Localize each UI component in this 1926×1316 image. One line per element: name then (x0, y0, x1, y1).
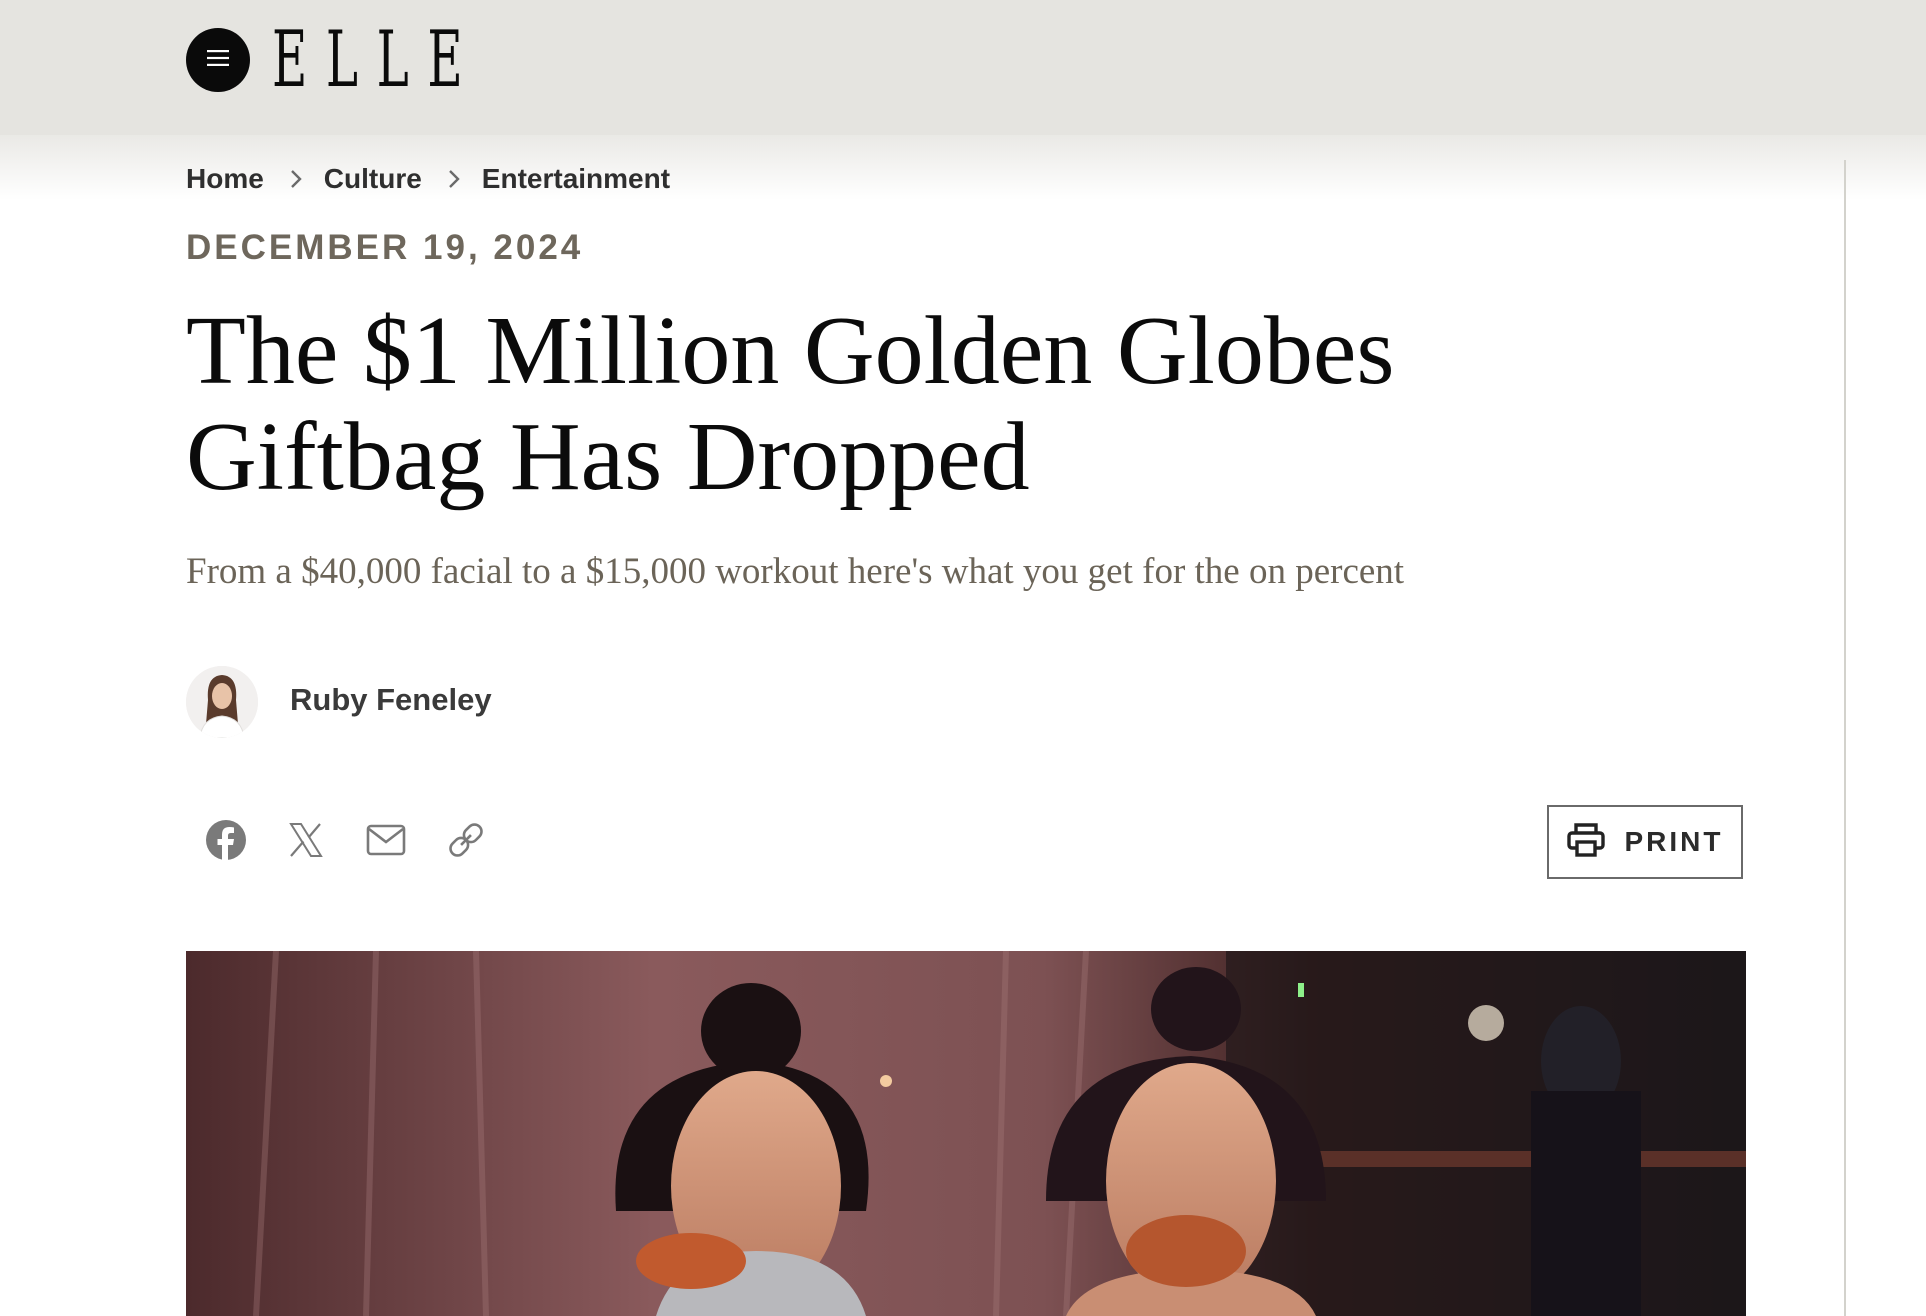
chevron-right-icon (448, 169, 460, 189)
breadcrumb-culture[interactable]: Culture (324, 163, 422, 195)
share-facebook-button[interactable] (202, 818, 250, 866)
menu-button[interactable] (186, 28, 250, 92)
site-logo[interactable]: ELLE (272, 20, 481, 100)
share-x-button[interactable] (282, 818, 330, 866)
article-dek: From a $40,000 facial to a $15,000 worko… (186, 551, 1405, 592)
x-icon (288, 822, 324, 863)
author-name[interactable]: Ruby Feneley (290, 682, 492, 718)
email-icon (366, 824, 406, 861)
print-label: PRINT (1624, 826, 1724, 857)
publish-date: DECEMBER 19, 2024 (186, 228, 584, 267)
breadcrumb-entertainment[interactable]: Entertainment (482, 163, 670, 195)
article-title-line-1: The $1 Million Golden Globes (186, 297, 1395, 405)
author-avatar[interactable] (186, 666, 258, 738)
article-title: The $1 Million Golden Globes Giftbag Has… (186, 298, 1646, 510)
right-rule (1844, 160, 1846, 1316)
link-icon (446, 820, 486, 865)
breadcrumb-home[interactable]: Home (186, 163, 264, 195)
article-title-line-2: Giftbag Has Dropped (186, 403, 1030, 511)
share-email-button[interactable] (362, 818, 410, 866)
print-button[interactable]: PRINT (1547, 805, 1743, 879)
copy-link-button[interactable] (442, 818, 490, 866)
printer-icon (1566, 822, 1605, 862)
chevron-right-icon (290, 169, 302, 189)
hamburger-icon (207, 49, 229, 71)
hero-image (186, 951, 1746, 1316)
breadcrumb: Home Culture Entertainment (186, 160, 670, 198)
facebook-icon (205, 819, 247, 866)
